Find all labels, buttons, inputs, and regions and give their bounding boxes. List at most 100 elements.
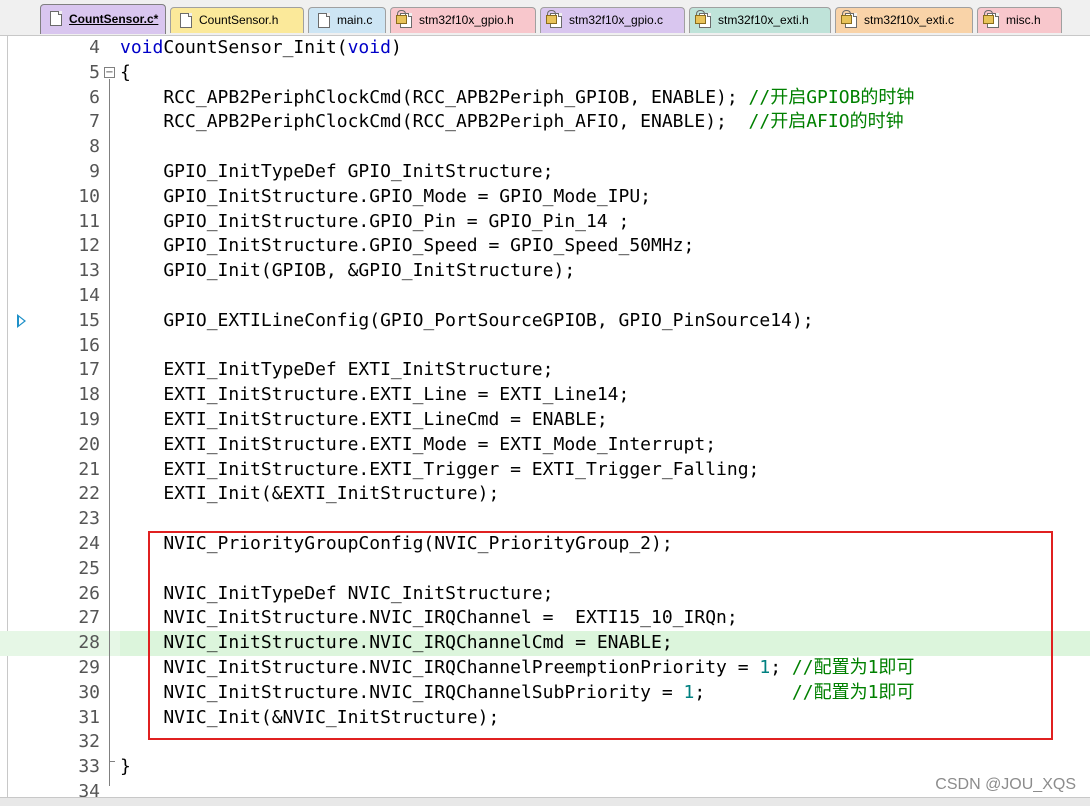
line-number: 33	[78, 756, 100, 778]
line-number: 4	[89, 37, 100, 58]
code-text: EXTI_InitStructure.EXTI_Trigger = EXTI_T…	[120, 458, 759, 483]
code-text: EXTI_InitStructure.EXTI_Line = EXTI_Line…	[120, 383, 629, 408]
code-text: {	[120, 61, 131, 86]
code-token: GPIO_Init(GPIOB, &GPIO_InitStructure);	[120, 260, 576, 282]
line-number: 12	[78, 235, 100, 257]
tab-label: stm32f10x_exti.c	[864, 13, 955, 27]
line-number: 19	[78, 409, 100, 430]
code-line[interactable]: 10 GPIO_InitStructure.GPIO_Mode = GPIO_M…	[0, 185, 1090, 210]
tab-stm32f10x-gpio-h[interactable]: stm32f10x_gpio.h	[390, 7, 536, 33]
code-text: EXTI_InitStructure.EXTI_Mode = EXTI_Mode…	[120, 433, 716, 458]
code-line[interactable]: 12 GPIO_InitStructure.GPIO_Speed = GPIO_…	[0, 234, 1090, 259]
code-line[interactable]: 20 EXTI_InitStructure.EXTI_Mode = EXTI_M…	[0, 433, 1090, 458]
tab-stm32f10x-exti-h[interactable]: stm32f10x_exti.h	[689, 7, 831, 33]
locked-file-icon	[841, 10, 857, 28]
bookmark-arrow-icon[interactable]	[17, 313, 26, 328]
code-token: )	[390, 37, 402, 58]
code-token: EXTI_Init(&EXTI_InitStructure);	[120, 483, 500, 505]
line-number: 21	[78, 458, 100, 480]
code-line[interactable]: 14	[0, 284, 1090, 309]
code-text: EXTI_InitTypeDef EXTI_InitStructure;	[120, 358, 553, 383]
line-number: 17	[78, 359, 100, 381]
tab-countsensor-h[interactable]: CountSensor.h	[170, 7, 304, 33]
code-text: GPIO_InitStructure.GPIO_Pin = GPIO_Pin_1…	[120, 210, 629, 235]
code-line[interactable]: 6 RCC_APB2PeriphClockCmd(RCC_APB2Periph_…	[0, 86, 1090, 111]
line-number: 25	[78, 557, 100, 579]
code-line[interactable]: 19 EXTI_InitStructure.EXTI_LineCmd = ENA…	[0, 408, 1090, 433]
tab-label: CountSensor.c*	[69, 12, 159, 26]
code-token: EXTI_InitTypeDef EXTI_InitStructure;	[120, 359, 554, 381]
code-token: GPIO_EXTILineConfig(GPIO_PortSourceGPIOB…	[120, 309, 814, 331]
line-number: 13	[78, 260, 100, 282]
code-line[interactable]: 17 EXTI_InitTypeDef EXTI_InitStructure;	[0, 358, 1090, 383]
line-number: 11	[78, 210, 100, 232]
line-number: 9	[89, 161, 100, 182]
code-line[interactable]: 7 RCC_APB2PeriphClockCmd(RCC_APB2Periph_…	[0, 110, 1090, 135]
code-token: RCC_APB2PeriphClockCmd(RCC_APB2Periph_AF…	[120, 111, 749, 133]
code-token: RCC_APB2PeriphClockCmd(RCC_APB2Periph_GP…	[120, 86, 749, 108]
tab-stm32f10x-gpio-c[interactable]: stm32f10x_gpio.c	[540, 7, 685, 33]
code-line[interactable]: 5 {−	[0, 61, 1090, 86]
tab-label: CountSensor.h	[199, 13, 279, 27]
code-text: RCC_APB2PeriphClockCmd(RCC_APB2Periph_GP…	[120, 86, 914, 111]
tab-label: main.c	[337, 13, 373, 27]
code-token: GPIO_InitStructure.GPIO_Mode = GPIO_Mode…	[120, 185, 652, 207]
code-line[interactable]: 9 GPIO_InitTypeDef GPIO_InitStructure;	[0, 160, 1090, 185]
code-line[interactable]: 4 voidCountSensor_Init(void)	[0, 36, 1090, 61]
fold-collapse-icon[interactable]: −	[104, 66, 115, 78]
code-comment: //开启AFIO的时钟	[748, 111, 904, 133]
code-keyword: void	[120, 37, 164, 58]
code-line[interactable]: 15 GPIO_EXTILineConfig(GPIO_PortSourceGP…	[0, 309, 1090, 334]
code-text: voidCountSensor_Init(void)	[120, 36, 402, 61]
code-line[interactable]: 23	[0, 507, 1090, 532]
fold-end-mark	[109, 761, 115, 763]
tab-stm32f10x-exti-c[interactable]: stm32f10x_exti.c	[835, 7, 973, 33]
code-line[interactable]: 21 EXTI_InitStructure.EXTI_Trigger = EXT…	[0, 458, 1090, 483]
line-number: 6	[89, 86, 100, 108]
code-text: GPIO_InitTypeDef GPIO_InitStructure;	[120, 160, 553, 185]
locked-file-icon	[546, 10, 562, 28]
tab-label: stm32f10x_exti.h	[718, 13, 809, 27]
line-number: 14	[78, 285, 100, 306]
code-line[interactable]: 8	[0, 135, 1090, 160]
code-token: GPIO_InitStructure.GPIO_Pin = GPIO_Pin_1…	[120, 210, 630, 232]
code-line[interactable]: 11 GPIO_InitStructure.GPIO_Pin = GPIO_Pi…	[0, 210, 1090, 235]
file-icon	[50, 11, 62, 26]
file-tab-bar: CountSensor.c* CountSensor.h main.c stm32f1…	[0, 0, 1090, 36]
tab-label: stm32f10x_gpio.h	[419, 13, 514, 27]
line-number: 16	[78, 334, 100, 356]
code-token: CountSensor_Init(	[163, 37, 348, 58]
horizontal-scrollbar[interactable]	[0, 797, 1090, 806]
code-line[interactable]: 13 GPIO_Init(GPIOB, &GPIO_InitStructure)…	[0, 259, 1090, 284]
code-token: EXTI_InitStructure.EXTI_LineCmd = ENABLE…	[120, 409, 608, 430]
line-number: 15	[78, 309, 100, 331]
tab-countsensor-c[interactable]: CountSensor.c*	[40, 4, 166, 34]
line-number: 23	[78, 508, 100, 530]
code-text: EXTI_Init(&EXTI_InitStructure);	[120, 482, 499, 507]
line-number: 32	[78, 731, 100, 753]
code-text: }	[120, 755, 131, 780]
tab-label: misc.h	[1006, 13, 1041, 27]
code-line[interactable]: 33}	[0, 755, 1090, 780]
code-line[interactable]: 18 EXTI_InitStructure.EXTI_Line = EXTI_L…	[0, 383, 1090, 408]
locked-file-icon	[396, 10, 412, 28]
code-text: GPIO_EXTILineConfig(GPIO_PortSourceGPIOB…	[120, 309, 814, 334]
code-token: GPIO_InitStructure.GPIO_Speed = GPIO_Spe…	[120, 235, 695, 257]
code-text: GPIO_Init(GPIOB, &GPIO_InitStructure);	[120, 259, 575, 284]
line-number: 8	[89, 136, 100, 158]
code-line[interactable]: 22 EXTI_Init(&EXTI_InitStructure);	[0, 482, 1090, 507]
highlight-box	[148, 531, 1053, 740]
code-line[interactable]: 16	[0, 334, 1090, 359]
line-number: 20	[78, 433, 100, 455]
code-token: EXTI_InitStructure.EXTI_Trigger = EXTI_T…	[120, 458, 760, 480]
line-number: 26	[78, 582, 100, 604]
locked-file-icon	[695, 10, 711, 28]
file-icon	[180, 13, 192, 28]
tab-main-c[interactable]: main.c	[308, 7, 386, 33]
code-text: EXTI_InitStructure.EXTI_LineCmd = ENABLE…	[120, 408, 608, 433]
code-text: RCC_APB2PeriphClockCmd(RCC_APB2Periph_AF…	[120, 110, 904, 135]
code-token: GPIO_InitTypeDef GPIO_InitStructure;	[120, 161, 554, 182]
line-number: 30	[78, 681, 100, 703]
code-text: GPIO_InitStructure.GPIO_Speed = GPIO_Spe…	[120, 234, 694, 259]
tab-misc-h[interactable]: misc.h	[977, 7, 1062, 33]
